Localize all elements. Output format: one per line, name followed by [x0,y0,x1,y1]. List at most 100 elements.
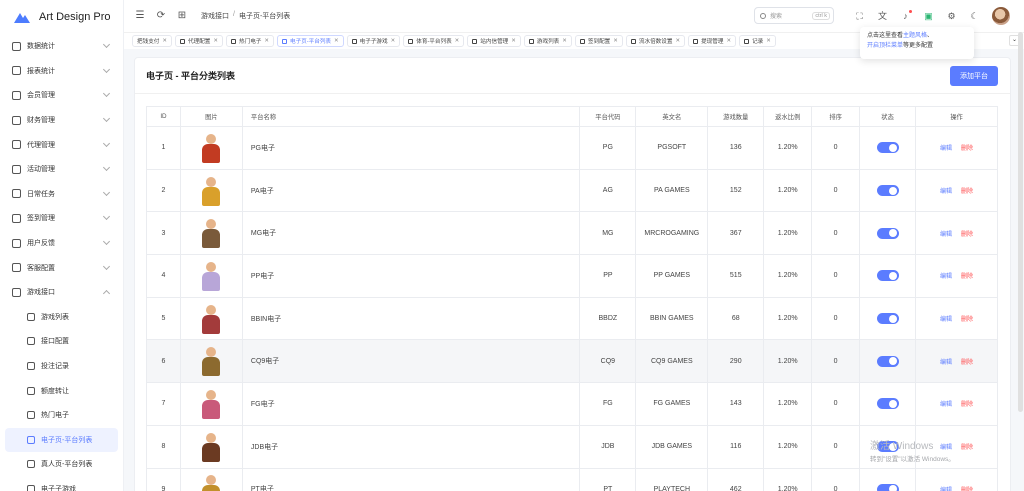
breadcrumb-parent[interactable]: 游戏接口 [201,11,229,21]
tab[interactable]: 签到配置 ✕ [574,35,623,47]
edit-button[interactable]: 编辑 [940,314,952,323]
sidebar-item[interactable]: 日常任务 [0,182,123,207]
sidebar-item[interactable]: 代理管理 [0,132,123,157]
sidebar-subitem[interactable]: 额度转让 [5,378,118,403]
sidebar-subitem[interactable]: 投注记录 [5,354,118,379]
page-scrollbar[interactable] [1018,32,1023,412]
delete-button[interactable]: 删除 [961,442,973,451]
fullscreen-icon[interactable]: ⛶ [854,11,865,22]
search-input[interactable]: 搜索 ctrl k [754,7,834,24]
sidebar-item[interactable]: 数据统计 [0,34,123,59]
tab-close-icon[interactable]: ✕ [726,38,731,44]
edit-button[interactable]: 编辑 [940,186,952,195]
status-toggle[interactable] [876,227,899,239]
tab-close-icon[interactable]: ✕ [613,38,618,44]
app-title: Art Design Pro [39,11,111,23]
edit-button[interactable]: 编辑 [940,143,952,152]
tab-close-icon[interactable]: ✕ [511,38,516,44]
tab[interactable]: 游戏列表 ✕ [523,35,572,47]
tab[interactable]: 把钱支付 ✕ [132,35,172,47]
sidebar-item[interactable]: 游戏接口 [0,280,123,305]
translate-icon[interactable]: 文 [877,11,888,22]
sidebar-item[interactable]: 活动管理 [0,157,123,182]
cell-id: 8 [146,425,181,469]
dark-mode-moon-icon[interactable]: ☾ [969,11,980,22]
sidebar-subitem[interactable]: 接口配置 [5,329,118,354]
calendar-icon [12,189,21,199]
tab-close-icon[interactable]: ✕ [391,38,396,44]
sidebar-subitem[interactable]: 真人页-平台列表 [5,452,118,477]
sidebar-subitem[interactable]: 电子子游戏 [5,477,118,491]
sidebar-item-label: 客服配置 [27,264,55,272]
edit-button[interactable]: 编辑 [940,229,952,238]
status-toggle[interactable] [876,398,899,410]
tab-close-icon[interactable]: ✕ [766,38,771,44]
edit-button[interactable]: 编辑 [940,399,952,408]
sidebar-item[interactable]: 财务管理 [0,108,123,133]
tab[interactable]: 代理配置 ✕ [175,35,223,47]
sidebar-subitem[interactable]: 电子页-平台列表 [5,427,118,453]
tab-label: 热门电子 [239,39,262,45]
chat-icon[interactable]: ▣ [923,11,934,22]
sidebar-item[interactable]: 客服配置 [0,255,123,280]
delete-button[interactable]: 删除 [961,229,973,238]
tab-icon [408,38,414,44]
tab-icon [472,38,478,44]
status-toggle[interactable] [876,355,899,367]
tab[interactable]: 热门电子 ✕ [226,35,274,47]
tab-icon [579,38,585,44]
top-menu-link[interactable]: 开启顶栏菜单 [867,43,903,49]
table-header-cell: 操作 [915,106,998,127]
delete-button[interactable]: 删除 [961,186,973,195]
sidebar-item[interactable]: 签到管理 [0,206,123,231]
tab[interactable]: 电子页-平台列表 ✕ [277,35,344,47]
tab-close-icon[interactable]: ✕ [675,38,680,44]
delete-button[interactable]: 删除 [961,271,973,280]
cell-actions: 编辑 删除 [915,382,998,426]
notification-bell-icon[interactable]: ♪ [900,9,912,22]
delete-button[interactable]: 删除 [961,314,973,323]
add-platform-button[interactable]: 添加平台 [950,66,998,86]
tab-close-icon[interactable]: ✕ [455,38,460,44]
menu-toggle-icon[interactable]: ☰ [135,11,145,21]
sidebar-item[interactable]: 会员管理 [0,83,123,108]
tab-close-icon[interactable]: ✕ [562,38,567,44]
sidebar-subitem[interactable]: 游戏列表 [5,305,118,330]
delete-button[interactable]: 删除 [961,357,973,366]
tab[interactable]: 提现管理 ✕ [688,35,737,47]
edit-button[interactable]: 编辑 [940,357,952,366]
tab-close-icon[interactable]: ✕ [334,38,339,44]
tab-close-icon[interactable]: ✕ [213,38,218,44]
sidebar-item[interactable]: 用户反馈 [0,231,123,256]
delete-button[interactable]: 删除 [961,143,973,152]
status-toggle[interactable] [876,185,899,197]
edit-button[interactable]: 编辑 [940,485,952,491]
status-toggle[interactable] [876,483,899,491]
sidebar-subitem-label: 接口配置 [41,338,69,346]
theme-style-link[interactable]: 主题风格 [903,33,927,39]
tab[interactable]: 站内信管理 ✕ [467,35,521,47]
cell-actions: 编辑 删除 [915,211,998,256]
status-toggle[interactable] [876,313,899,325]
sidebar-subitem[interactable]: 热门电子 [5,403,118,428]
refresh-icon[interactable]: ⟳ [156,11,166,21]
tab[interactable]: 记录 ✕ [739,35,776,47]
settings-gear-icon[interactable]: ⚙ [946,11,957,22]
sidebar-item[interactable]: 报表统计 [0,59,123,84]
cell-platform-name: PA电子 [242,169,581,213]
edit-button[interactable]: 编辑 [940,271,952,280]
tab[interactable]: 体育-平台列表 ✕ [403,35,465,47]
tab-close-icon[interactable]: ✕ [264,38,269,44]
breadcrumb-separator: / [233,11,235,18]
tab[interactable]: 流水倍数设置 ✕ [625,35,686,47]
logo[interactable]: Art Design Pro [0,0,123,34]
tab[interactable]: 电子子游戏 ✕ [346,35,401,47]
user-avatar[interactable] [992,7,1010,25]
delete-button[interactable]: 删除 [961,399,973,408]
cell-platform-name: PT电子 [242,468,581,491]
tab-close-icon[interactable]: ✕ [162,38,167,44]
status-toggle[interactable] [876,270,899,282]
status-toggle[interactable] [876,142,899,154]
grid-icon[interactable]: ⊞ [177,11,187,21]
delete-button[interactable]: 删除 [961,485,973,491]
